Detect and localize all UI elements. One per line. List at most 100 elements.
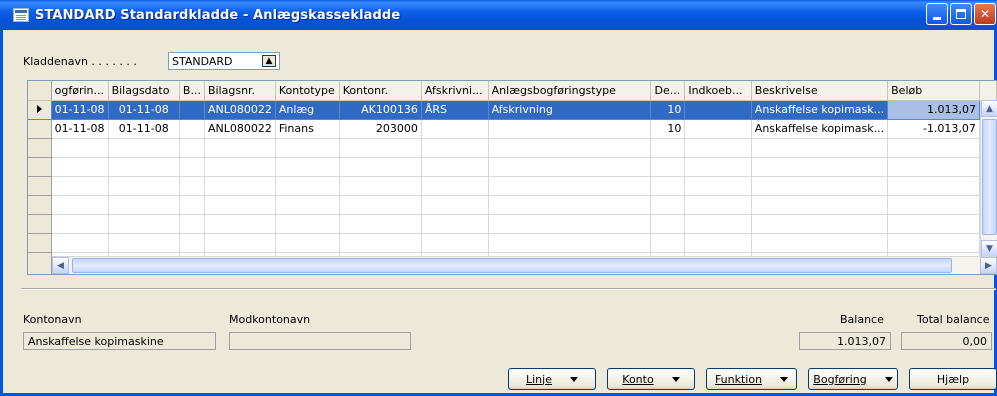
empty-cell[interactable] <box>108 176 180 196</box>
empty-cell[interactable] <box>108 138 180 158</box>
row-selector[interactable] <box>28 214 52 234</box>
empty-cell[interactable] <box>684 233 752 253</box>
empty-cell[interactable] <box>751 233 889 253</box>
empty-cell[interactable] <box>887 214 980 234</box>
cell-kontotype[interactable]: Finans <box>275 119 340 139</box>
col-afskrivningsprofil[interactable]: Afskrivni... <box>421 81 489 101</box>
row-selector[interactable] <box>28 195 52 215</box>
scroll-left-icon[interactable]: ◀ <box>52 257 69 274</box>
cell-bilagstype[interactable] <box>179 100 205 120</box>
scroll-right-icon[interactable]: ▶ <box>980 257 997 274</box>
col-bilagstype[interactable]: B... <box>179 81 205 101</box>
empty-cell[interactable] <box>275 233 340 253</box>
empty-cell[interactable] <box>488 233 652 253</box>
empty-cell[interactable] <box>339 233 422 253</box>
empty-cell[interactable] <box>684 214 752 234</box>
empty-cell[interactable] <box>887 233 980 253</box>
col-bilagsnr[interactable]: Bilagsnr. <box>204 81 276 101</box>
table-row[interactable]: 01-11-08 01-11-08 ANL080022 Anlæg AK100136 ÅR… <box>28 100 997 120</box>
empty-cell[interactable] <box>339 157 422 177</box>
empty-cell[interactable] <box>108 157 180 177</box>
empty-cell[interactable] <box>108 214 180 234</box>
row-selector[interactable] <box>28 233 52 253</box>
empty-cell[interactable] <box>488 176 652 196</box>
col-bilagsdato[interactable]: Bilagsdato <box>108 81 180 101</box>
empty-cell[interactable] <box>650 157 686 177</box>
row-selector[interactable] <box>28 119 52 139</box>
cell-indkoeb[interactable] <box>684 119 752 139</box>
empty-cell[interactable] <box>108 233 180 253</box>
table-row[interactable] <box>28 214 997 234</box>
empty-cell[interactable] <box>204 214 276 234</box>
cell-beskrivelse[interactable]: Anskaffelse kopimask... <box>751 100 889 120</box>
empty-cell[interactable] <box>751 195 889 215</box>
empty-cell[interactable] <box>275 157 340 177</box>
cell-bilagstype[interactable] <box>179 119 205 139</box>
col-beskrivelse[interactable]: Beskrivelse <box>751 81 889 101</box>
lookup-arrow-icon[interactable]: ▲ <box>262 55 276 67</box>
empty-cell[interactable] <box>108 195 180 215</box>
close-button[interactable]: ✕ <box>974 3 996 25</box>
empty-cell[interactable] <box>204 138 276 158</box>
cell-bogforingsdato[interactable]: 01-11-08 <box>51 119 109 139</box>
empty-cell[interactable] <box>684 138 752 158</box>
minimize-button[interactable] <box>926 3 948 25</box>
empty-cell[interactable] <box>488 214 652 234</box>
bogforing-button[interactable]: Bogføring <box>808 368 898 390</box>
empty-cell[interactable] <box>751 138 889 158</box>
horizontal-scrollbar[interactable]: ◀ ▶ <box>52 256 997 274</box>
scroll-down-icon[interactable]: ▼ <box>981 240 997 257</box>
empty-cell[interactable] <box>650 176 686 196</box>
col-kontonr[interactable]: Kontonr. <box>339 81 422 101</box>
empty-cell[interactable] <box>275 195 340 215</box>
empty-cell[interactable] <box>51 157 109 177</box>
row-selector[interactable] <box>28 176 52 196</box>
empty-cell[interactable] <box>421 214 489 234</box>
empty-cell[interactable] <box>421 233 489 253</box>
cell-kontonr[interactable]: AK100136 <box>339 100 422 120</box>
row-selector[interactable] <box>28 138 52 158</box>
empty-cell[interactable] <box>179 176 205 196</box>
empty-cell[interactable] <box>684 176 752 196</box>
cell-kontonr[interactable]: 203000 <box>339 119 422 139</box>
scroll-up-icon[interactable]: ▲ <box>981 100 997 117</box>
empty-cell[interactable] <box>887 176 980 196</box>
empty-cell[interactable] <box>179 233 205 253</box>
empty-cell[interactable] <box>204 195 276 215</box>
cell-afskrivningsprofil[interactable]: ÅRS <box>421 100 489 120</box>
empty-cell[interactable] <box>421 138 489 158</box>
col-indkoeb[interactable]: Indkoeb... <box>684 81 752 101</box>
cell-bilagsdato[interactable]: 01-11-08 <box>108 119 180 139</box>
empty-cell[interactable] <box>488 195 652 215</box>
empty-cell[interactable] <box>179 214 205 234</box>
cell-de[interactable]: 10 <box>650 119 686 139</box>
empty-cell[interactable] <box>275 176 340 196</box>
empty-cell[interactable] <box>421 176 489 196</box>
col-anlaegsbogforingstype[interactable]: Anlægsbogføringstype <box>488 81 652 101</box>
empty-cell[interactable] <box>650 138 686 158</box>
empty-cell[interactable] <box>51 233 109 253</box>
cell-kontotype[interactable]: Anlæg <box>275 100 340 120</box>
empty-cell[interactable] <box>275 214 340 234</box>
empty-cell[interactable] <box>51 176 109 196</box>
col-kontotype[interactable]: Kontotype <box>275 81 340 101</box>
empty-cell[interactable] <box>751 176 889 196</box>
empty-cell[interactable] <box>684 157 752 177</box>
empty-cell[interactable] <box>179 138 205 158</box>
linje-button[interactable]: Linje <box>508 368 596 390</box>
empty-cell[interactable] <box>421 157 489 177</box>
empty-cell[interactable] <box>887 138 980 158</box>
cell-bogforingsdato[interactable]: 01-11-08 <box>51 100 109 120</box>
cell-indkoeb[interactable] <box>684 100 752 120</box>
hjaelp-button[interactable]: Hjælp <box>909 368 997 390</box>
empty-cell[interactable] <box>51 195 109 215</box>
empty-cell[interactable] <box>650 195 686 215</box>
col-bogforingsdato[interactable]: ogførin... <box>51 81 109 101</box>
empty-cell[interactable] <box>179 195 205 215</box>
empty-cell[interactable] <box>650 233 686 253</box>
row-selector[interactable] <box>28 157 52 177</box>
empty-cell[interactable] <box>179 157 205 177</box>
empty-cell[interactable] <box>887 157 980 177</box>
empty-cell[interactable] <box>650 214 686 234</box>
cell-bilagsnr[interactable]: ANL080022 <box>204 100 276 120</box>
